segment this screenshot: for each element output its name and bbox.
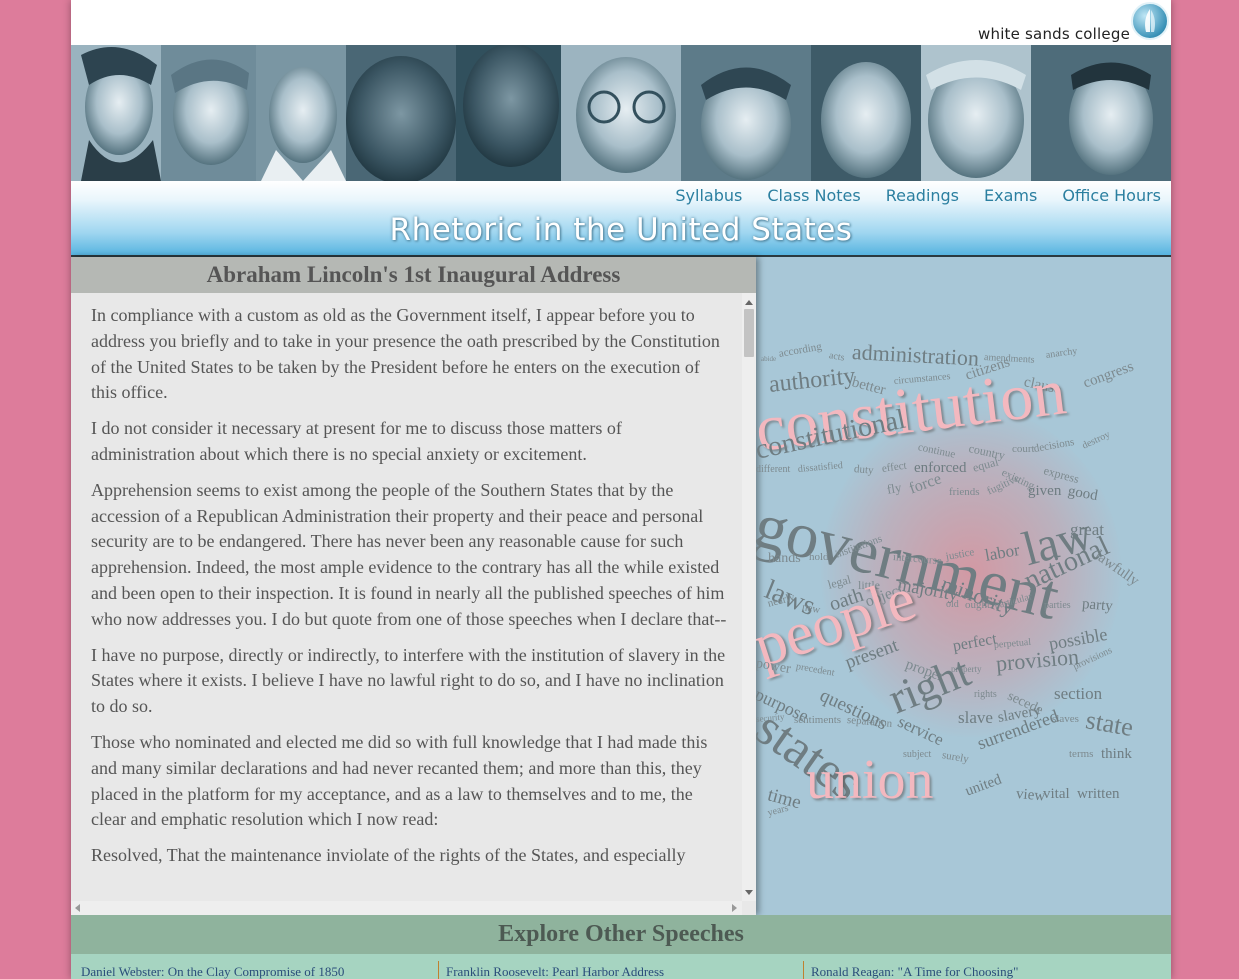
nav-class-notes[interactable]: Class Notes xyxy=(767,186,860,205)
scroll-up-arrow-icon[interactable] xyxy=(745,300,753,305)
cloud-word-parties: parties xyxy=(1044,600,1071,611)
cloud-word-section: section xyxy=(1054,684,1103,703)
main-content: Abraham Lincoln's 1st Inaugural Address … xyxy=(71,257,1171,915)
scroll-left-arrow-icon[interactable] xyxy=(75,904,80,912)
speech-title: Abraham Lincoln's 1st Inaugural Address xyxy=(71,257,756,293)
explore-section: Explore Other Speeches Daniel Webster: O… xyxy=(71,915,1171,979)
cloud-word-party: party xyxy=(1081,596,1114,615)
page: white sands college Syllabus Class Notes… xyxy=(71,0,1171,979)
scroll-right-arrow-icon[interactable] xyxy=(732,904,737,912)
cloud-word-hands: hands xyxy=(768,551,801,566)
word-cloud: abide according acts administration amendmen… xyxy=(756,257,1171,915)
scrollbar-thumb[interactable] xyxy=(744,309,754,357)
cloud-word-rights: rights xyxy=(974,689,997,700)
cloud-word-vital: vital xyxy=(1043,786,1070,802)
cloud-word-precedent: precedent xyxy=(795,661,836,679)
cloud-word-administration: administration xyxy=(851,339,980,371)
cloud-word-different: different xyxy=(756,464,791,475)
sail-logo-icon[interactable] xyxy=(1131,2,1169,40)
speech-link-webster[interactable]: Daniel Webster: On the Clay Compromise o… xyxy=(81,964,344,979)
cloud-word-enforced: enforced xyxy=(914,460,967,476)
cloud-word-think: think xyxy=(1101,746,1132,762)
speech-paragraph: Those who nominated and elected me did s… xyxy=(91,731,708,830)
cloud-word-years: years xyxy=(766,802,790,819)
cloud-word-friends: friends xyxy=(949,486,980,498)
nav-syllabus[interactable]: Syllabus xyxy=(675,186,742,205)
horizontal-scrollbar[interactable] xyxy=(71,901,742,915)
cloud-word-destroy: destroy xyxy=(1080,429,1112,452)
header-banner-image xyxy=(71,45,1171,181)
cloud-word-union: union xyxy=(806,749,934,811)
cloud-word-fly: fly xyxy=(885,479,903,497)
explore-links: Daniel Webster: On the Clay Compromise o… xyxy=(71,954,1171,979)
vertical-scrollbar[interactable] xyxy=(742,293,756,901)
nav-office-hours[interactable]: Office Hours xyxy=(1062,186,1161,205)
explore-title: Explore Other Speeches xyxy=(71,915,1171,954)
cloud-word-separation: separation xyxy=(846,714,893,730)
speech-text-scroll-area[interactable]: In compliance with a custom as old as th… xyxy=(71,293,742,901)
speaker-portraits-image xyxy=(71,45,1171,181)
cloud-word-acts: acts xyxy=(828,350,846,364)
cloud-word-duty: duty xyxy=(853,463,875,477)
speech-paragraph: I have no purpose, directly or indirectl… xyxy=(91,644,726,717)
cloud-word-abide: abide xyxy=(761,355,777,363)
nav-readings[interactable]: Readings xyxy=(886,186,959,205)
speech-link-roosevelt[interactable]: Franklin Roosevelt: Pearl Harbor Address xyxy=(446,964,664,979)
link-divider xyxy=(803,961,804,979)
cloud-word-written: written xyxy=(1077,786,1120,802)
speech-paragraph: Resolved, That the maintenance inviolate… xyxy=(91,845,686,866)
speech-link-reagan[interactable]: Ronald Reagan: "A Time for Choosing" xyxy=(811,964,1018,979)
cloud-word-court: court xyxy=(1012,443,1035,455)
site-title: Rhetoric in the United States xyxy=(389,212,853,248)
cloud-word-united: united xyxy=(963,771,1004,800)
navigation-band: Syllabus Class Notes Readings Exams Offi… xyxy=(71,181,1171,257)
cloud-word-state: state xyxy=(1083,705,1136,743)
main-nav: Syllabus Class Notes Readings Exams Offi… xyxy=(675,186,1161,205)
speech-paragraph: Apprehension seems to exist among the pe… xyxy=(91,479,727,629)
nav-exams[interactable]: Exams xyxy=(984,186,1037,205)
cloud-word-slave: slave xyxy=(958,708,993,727)
speech-paragraph: In compliance with a custom as old as th… xyxy=(91,305,720,403)
brand-name[interactable]: white sands college xyxy=(978,25,1130,43)
cloud-word-view: view xyxy=(1015,786,1046,805)
speech-paragraph: I do not consider it necessary at presen… xyxy=(91,418,622,464)
cloud-word-ought: ought xyxy=(965,599,991,611)
cloud-word-surely: surely xyxy=(941,749,970,766)
link-divider xyxy=(438,961,439,979)
cloud-word-terms: terms xyxy=(1069,748,1094,760)
cloud-word-according: according xyxy=(777,340,823,360)
cloud-word-congress: congress xyxy=(1081,358,1136,392)
scroll-down-arrow-icon[interactable] xyxy=(745,890,753,895)
top-bar: white sands college xyxy=(71,0,1171,45)
cloud-word-dissatisfied: dissatisfied xyxy=(797,460,844,475)
cloud-word-hold: hold xyxy=(809,551,829,563)
cloud-word-old: old xyxy=(946,599,959,610)
cloud-word-given: given xyxy=(1028,483,1062,499)
speech-panel: Abraham Lincoln's 1st Inaugural Address … xyxy=(71,257,756,915)
